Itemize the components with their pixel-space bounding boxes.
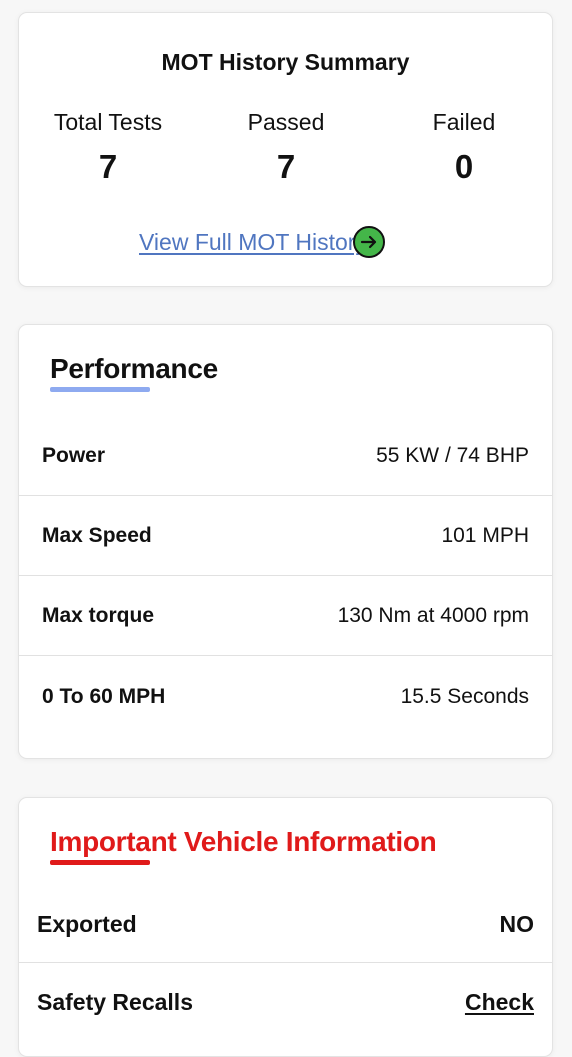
performance-row-power: Power 55 KW / 74 BHP [19, 417, 552, 496]
row-label: Max Speed [42, 524, 152, 547]
important-info-heading: Important Vehicle Information [50, 826, 437, 857]
performance-card: Performance Power 55 KW / 74 BHP Max Spe… [18, 324, 553, 759]
arrow-right-circle-icon[interactable] [352, 226, 385, 258]
row-value: 130 Nm at 4000 rpm [337, 604, 529, 627]
view-full-mot-history-label[interactable]: View Full MOT History [139, 229, 367, 256]
stat-value: 7 [98, 148, 118, 185]
important-info-heading-underline [50, 860, 150, 865]
performance-row-max-torque: Max torque 130 Nm at 4000 rpm [19, 577, 552, 656]
row-label: 0 To 60 MPH [42, 684, 166, 708]
mot-summary-card: MOT History Summary Total Tests 7 Passed… [18, 12, 553, 287]
stat-value: 0 [454, 148, 474, 185]
performance-heading: Performance [50, 353, 218, 384]
row-label: Safety Recalls [37, 988, 193, 1015]
performance-row-max-speed: Max Speed 101 MPH [19, 497, 552, 576]
important-row-safety-recalls: Safety Recalls Check [19, 964, 552, 1040]
stat-failed: Failed 0 [374, 109, 554, 186]
row-value: NO [499, 911, 535, 937]
important-vehicle-info-card: Important Vehicle Information Exported N… [18, 797, 553, 1057]
row-value: 15.5 Seconds [400, 684, 529, 708]
row-label: Power [42, 444, 106, 467]
row-value: 55 KW / 74 BHP [376, 444, 529, 467]
stat-passed: Passed 7 [196, 109, 376, 186]
safety-recalls-check-link[interactable]: Check [465, 989, 534, 1016]
stat-label: Total Tests [53, 109, 163, 135]
row-value: 101 MPH [441, 524, 529, 547]
performance-row-0-to-60: 0 To 60 MPH 15.5 Seconds [19, 657, 552, 736]
performance-heading-underline [50, 387, 150, 392]
stat-total-tests: Total Tests 7 [18, 109, 198, 186]
view-full-mot-history-link[interactable]: View Full MOT History [139, 226, 385, 258]
stat-label: Passed [247, 109, 325, 135]
row-label: Max torque [42, 604, 155, 627]
stat-label: Failed [432, 109, 496, 135]
mot-summary-title: MOT History Summary [161, 49, 410, 75]
row-label: Exported [37, 911, 137, 937]
important-row-exported: Exported NO [19, 887, 552, 963]
stat-value: 7 [276, 148, 296, 185]
